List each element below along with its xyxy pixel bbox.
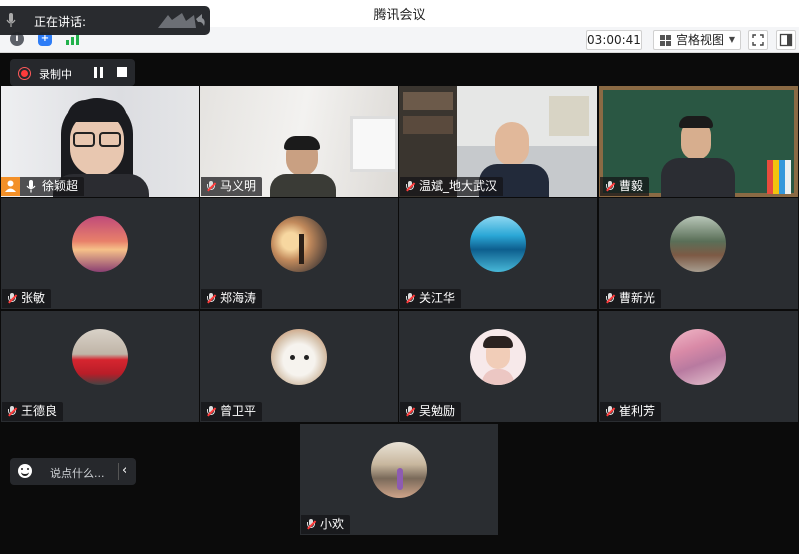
muted-microphone-icon <box>207 181 216 192</box>
meeting-timer: 03:00:41 <box>586 30 642 50</box>
participant-nameplate: 崔利芳 <box>600 402 662 421</box>
emoji-icon[interactable] <box>18 464 32 478</box>
sidebar-toggle-button[interactable] <box>776 30 796 50</box>
participant-nameplate: 曹毅 <box>600 177 650 196</box>
stop-recording-button[interactable] <box>117 67 127 77</box>
participant-name: 曾卫平 <box>220 404 257 418</box>
participant-name: 曹新光 <box>619 291 656 305</box>
muted-microphone-icon <box>406 406 415 417</box>
participant-nameplate: 徐颖超 <box>20 177 85 196</box>
participant-name: 曹毅 <box>619 179 644 193</box>
participant-tile-video[interactable]: 徐颖超 <box>1 86 199 197</box>
grid-view-icon <box>660 35 671 46</box>
chevron-left-icon[interactable]: ‹ <box>122 463 127 478</box>
avatar <box>72 216 128 272</box>
participant-nameplate: 关江华 <box>400 289 462 308</box>
sidebar-panel-icon <box>779 33 793 47</box>
participant-nameplate: 马义明 <box>201 177 263 196</box>
participant-name: 吴勉励 <box>419 404 456 418</box>
recording-bar: 录制中 <box>10 59 135 86</box>
participant-name: 张敏 <box>21 291 46 305</box>
participant-nameplate: 曾卫平 <box>201 402 263 421</box>
participant-name: 关江华 <box>419 291 456 305</box>
participant-tile[interactable]: 郑海涛 <box>200 198 398 309</box>
avatar <box>72 329 128 385</box>
microphone-icon <box>6 13 16 27</box>
fullscreen-button[interactable] <box>748 30 768 50</box>
microphone-icon <box>26 180 36 193</box>
participant-nameplate: 张敏 <box>2 289 52 308</box>
participant-tile[interactable]: 小欢 <box>300 424 498 535</box>
pause-recording-button[interactable] <box>93 67 104 78</box>
avatar <box>670 216 726 272</box>
record-dot-icon <box>18 67 31 80</box>
participant-name: 郑海涛 <box>220 291 257 305</box>
muted-microphone-icon <box>207 406 216 417</box>
avatar <box>271 216 327 272</box>
avatar <box>371 442 427 498</box>
participant-nameplate: 郑海涛 <box>201 289 263 308</box>
participant-tile-video[interactable]: 马义明 <box>200 86 398 197</box>
participant-tile[interactable]: 吴勉励 <box>399 311 597 422</box>
muted-microphone-icon <box>606 406 615 417</box>
participant-tile[interactable]: 曾卫平 <box>200 311 398 422</box>
muted-microphone-icon <box>307 519 316 530</box>
avatar <box>670 329 726 385</box>
speaking-wave-icon <box>158 13 205 28</box>
participant-name: 小欢 <box>320 517 345 531</box>
host-badge-icon <box>1 177 20 196</box>
chevron-down-icon: ▼ <box>728 35 735 44</box>
participant-nameplate: 温斌_地大武汉 <box>400 177 504 196</box>
participant-name: 温斌_地大武汉 <box>419 179 498 193</box>
avatar <box>470 329 526 385</box>
participant-tile[interactable]: 王德良 <box>1 311 199 422</box>
participant-tile[interactable]: 崔利芳 <box>599 311 798 422</box>
participant-nameplate: 曹新光 <box>600 289 662 308</box>
chat-input-placeholder[interactable]: 说点什么... <box>50 465 105 481</box>
recording-label: 录制中 <box>39 68 72 81</box>
fullscreen-icon <box>752 34 764 46</box>
participant-tile-video[interactable]: 温斌_地大武汉 <box>399 86 597 197</box>
participant-nameplate: 吴勉励 <box>400 402 462 421</box>
speaking-indicator: 正在讲话: <box>0 6 210 35</box>
participant-nameplate: 王德良 <box>2 402 64 421</box>
grid-view-dropdown[interactable]: 宫格视图 ▼ <box>653 30 741 50</box>
participant-name: 崔利芳 <box>619 404 656 418</box>
participant-name: 徐颖超 <box>42 179 79 193</box>
chat-input-box[interactable]: 说点什么... ‹ <box>10 458 136 485</box>
participant-name: 王德良 <box>21 404 58 418</box>
muted-microphone-icon <box>606 181 615 192</box>
participant-tile[interactable]: 关江华 <box>399 198 597 309</box>
speaking-label: 正在讲话: <box>34 15 87 29</box>
view-mode-label: 宫格视图 <box>676 33 725 47</box>
participant-name: 马义明 <box>220 179 257 193</box>
participant-tile-video[interactable]: 曹毅 <box>599 86 798 197</box>
muted-microphone-icon <box>406 293 415 304</box>
divider <box>118 463 119 480</box>
participant-tile[interactable]: 张敏 <box>1 198 199 309</box>
participant-nameplate: 小欢 <box>301 515 351 534</box>
muted-microphone-icon <box>8 293 17 304</box>
muted-microphone-icon <box>406 181 415 192</box>
avatar <box>271 329 327 385</box>
participant-tile[interactable]: 曹新光 <box>599 198 798 309</box>
avatar <box>470 216 526 272</box>
muted-microphone-icon <box>606 293 615 304</box>
muted-microphone-icon <box>8 406 17 417</box>
muted-microphone-icon <box>207 293 216 304</box>
